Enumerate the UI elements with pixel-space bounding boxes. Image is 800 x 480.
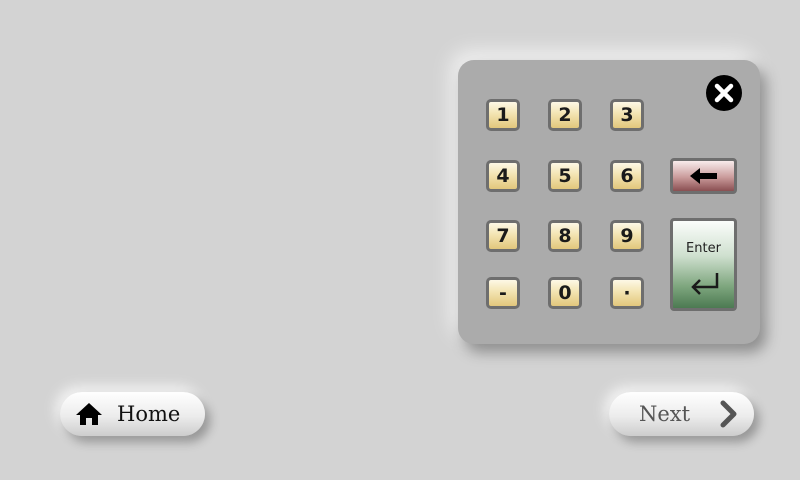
backspace-button[interactable] — [670, 158, 737, 194]
close-button[interactable] — [706, 75, 742, 111]
key-2[interactable]: 2 — [548, 99, 582, 131]
chevron-right-icon — [720, 400, 737, 428]
key-1[interactable]: 1 — [486, 99, 520, 131]
key-7[interactable]: 7 — [486, 220, 520, 252]
arrow-left-icon — [690, 168, 717, 184]
key-0[interactable]: 0 — [548, 277, 582, 309]
next-button[interactable]: Next — [609, 392, 754, 436]
key-3[interactable]: 3 — [610, 99, 644, 131]
next-label: Next — [639, 402, 691, 426]
key-6[interactable]: 6 — [610, 160, 644, 192]
enter-button[interactable]: Enter — [670, 218, 737, 311]
key-minus[interactable]: - — [486, 277, 520, 309]
numeric-keypad: 1 2 3 4 5 6 7 8 9 - 0 · Enter — [458, 60, 760, 344]
key-5[interactable]: 5 — [548, 160, 582, 192]
home-icon — [76, 403, 102, 425]
close-icon — [714, 83, 734, 103]
home-button[interactable]: Home — [60, 392, 205, 436]
return-arrow-icon — [691, 273, 719, 295]
enter-label: Enter — [686, 241, 721, 256]
key-9[interactable]: 9 — [610, 220, 644, 252]
key-8[interactable]: 8 — [548, 220, 582, 252]
key-decimal-point[interactable]: · — [610, 277, 644, 309]
home-label: Home — [117, 402, 181, 426]
key-4[interactable]: 4 — [486, 160, 520, 192]
